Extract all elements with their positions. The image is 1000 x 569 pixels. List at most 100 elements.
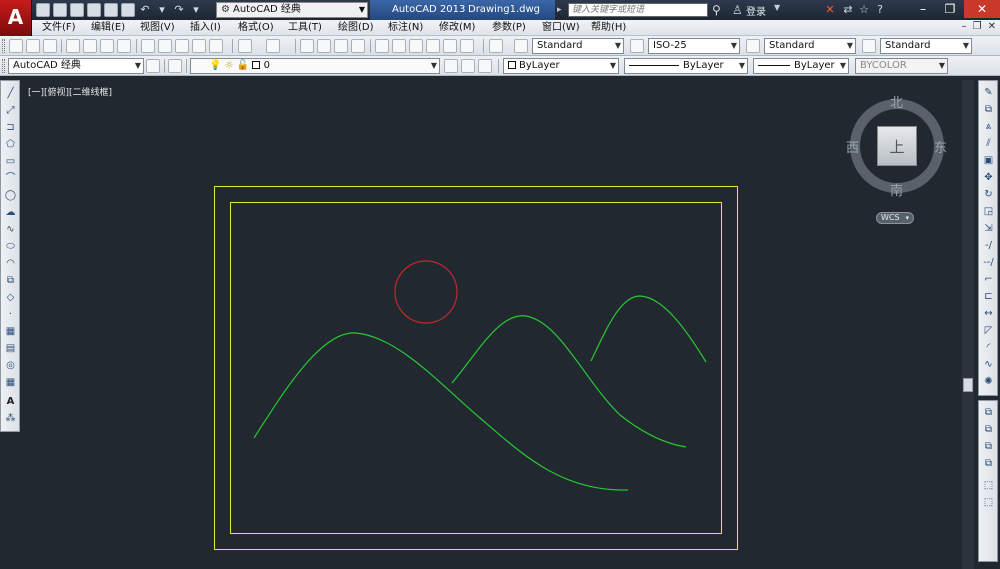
undo-dropdown-icon[interactable]: ▾ — [155, 3, 169, 17]
menu-window[interactable]: 窗口(W) — [542, 21, 580, 35]
workspace-settings-icon[interactable] — [146, 59, 160, 73]
bring-to-front-icon[interactable]: ⧉ — [982, 406, 995, 419]
dim-style-icon[interactable] — [630, 39, 644, 53]
join-icon[interactable]: ↔ — [982, 307, 995, 320]
revision-cloud-icon[interactable]: ☁ — [4, 206, 17, 219]
3d-print-icon[interactable] — [117, 39, 131, 53]
add-selected-icon[interactable]: ⁂ — [4, 412, 17, 425]
search-input[interactable]: 键入关键字或短语 — [568, 3, 708, 17]
cut-icon[interactable] — [141, 39, 155, 53]
menu-modify[interactable]: 修改(M) — [439, 21, 475, 35]
make-current-layer-icon[interactable] — [444, 59, 458, 73]
close-x-icon[interactable]: ✕ — [822, 2, 838, 18]
menu-help[interactable]: 帮助(H) — [591, 21, 626, 35]
linetype-select[interactable]: ByLayer ▼ — [624, 58, 748, 74]
polyline-icon[interactable]: ⊐ — [4, 121, 17, 134]
trim-icon[interactable]: -/ — [982, 239, 995, 252]
login-dropdown-icon[interactable]: ▼ — [774, 3, 780, 12]
minimize-icon[interactable]: – — [910, 0, 936, 18]
save-icon[interactable] — [43, 39, 57, 53]
undo-icon[interactable]: ↶ — [138, 3, 152, 17]
star-icon[interactable]: ☆ — [856, 2, 872, 18]
compass-east[interactable]: 东 — [934, 137, 947, 156]
design-center-icon[interactable] — [392, 39, 406, 53]
insert-block-icon[interactable]: ⧉ — [4, 274, 17, 287]
redo-icon[interactable]: ↷ — [172, 3, 186, 17]
copy-icon[interactable] — [158, 39, 172, 53]
layer-previous-icon[interactable] — [461, 59, 475, 73]
ellipse-icon[interactable]: ⬭ — [4, 240, 17, 253]
drawing-canvas[interactable] — [22, 80, 962, 569]
line-icon[interactable]: ╱ — [4, 87, 17, 100]
pan-icon[interactable] — [300, 39, 314, 53]
workspace-switcher[interactable]: ⚙ AutoCAD 经典 ▼ — [216, 2, 368, 18]
compass-west[interactable]: 西 — [846, 137, 859, 156]
text-to-front-icon[interactable]: ⬚ — [982, 479, 995, 492]
zoom-realtime-icon[interactable] — [317, 39, 331, 53]
doc-minimize-icon[interactable]: – — [962, 21, 967, 32]
block-editor-icon[interactable] — [209, 39, 223, 53]
text-style-select[interactable]: Standard ▼ — [532, 38, 624, 54]
menu-edit[interactable]: 编辑(E) — [91, 21, 125, 35]
open-file-icon[interactable] — [53, 3, 67, 17]
viewport-controls[interactable]: [一][俯视][二维线框] — [28, 85, 112, 98]
paste-icon[interactable] — [175, 39, 189, 53]
array-icon[interactable]: ▣ — [982, 154, 995, 167]
app-menu-button[interactable]: A — [0, 0, 32, 36]
make-block-icon[interactable]: ◇ — [4, 291, 17, 304]
multileader-style-icon[interactable] — [862, 39, 876, 53]
sheet-set-icon[interactable] — [426, 39, 440, 53]
break-icon[interactable]: ⊏ — [982, 290, 995, 303]
quickcalc-icon[interactable] — [460, 39, 474, 53]
fillet-icon[interactable]: ◜ — [982, 341, 995, 354]
stretch-icon[interactable]: ⇲ — [982, 222, 995, 235]
login-link[interactable]: 登录 — [746, 3, 766, 18]
color-select[interactable]: ByLayer ▼ — [503, 58, 619, 74]
close-icon[interactable]: ✕ — [964, 0, 1000, 18]
break-at-point-icon[interactable]: ⌐ — [982, 273, 995, 286]
print-preview-icon[interactable] — [83, 39, 97, 53]
ucs-menu[interactable]: WCS ▾ — [876, 212, 914, 224]
new-icon[interactable] — [9, 39, 23, 53]
open-icon[interactable] — [26, 39, 40, 53]
gradient-icon[interactable]: ▤ — [4, 342, 17, 355]
rotate-icon[interactable]: ↻ — [982, 188, 995, 201]
table-style-select[interactable]: Standard ▼ — [764, 38, 856, 54]
restore-icon[interactable]: ❐ — [937, 0, 963, 18]
spline-icon[interactable]: ∿ — [4, 223, 17, 236]
undo-icon[interactable] — [238, 39, 252, 53]
multiline-text-icon[interactable]: A — [4, 395, 17, 408]
region-icon[interactable]: ◎ — [4, 359, 17, 372]
ellipse-arc-icon[interactable]: ◠ — [4, 257, 17, 270]
print-icon[interactable] — [121, 3, 135, 17]
menu-insert[interactable]: 插入(I) — [190, 21, 221, 35]
save-as-icon[interactable] — [87, 3, 101, 17]
publish-icon[interactable] — [104, 3, 118, 17]
scroll-thumb[interactable] — [963, 378, 973, 392]
construction-line-icon[interactable]: ⤢ — [4, 104, 17, 117]
menu-view[interactable]: 视图(V) — [140, 21, 175, 35]
redo-icon[interactable] — [266, 39, 280, 53]
table-icon[interactable]: ▦ — [4, 376, 17, 389]
point-icon[interactable]: · — [4, 308, 17, 321]
chamfer-icon[interactable]: ◸ — [982, 324, 995, 337]
chevron-right-icon[interactable]: ▸ — [557, 0, 567, 20]
explode-icon[interactable]: ✺ — [982, 375, 995, 388]
zoom-previous-icon[interactable] — [351, 39, 365, 53]
publish-icon[interactable] — [100, 39, 114, 53]
copy-object-icon[interactable]: ⧉ — [982, 103, 995, 116]
menu-format[interactable]: 格式(O) — [238, 21, 274, 35]
compass-north[interactable]: 北 — [890, 92, 903, 111]
zoom-window-icon[interactable] — [334, 39, 348, 53]
bring-above-icon[interactable]: ⧉ — [982, 440, 995, 453]
menu-dimension[interactable]: 标注(N) — [388, 21, 423, 35]
send-under-icon[interactable]: ⧉ — [982, 457, 995, 470]
doc-close-icon[interactable]: ✕ — [988, 21, 996, 32]
extend-icon[interactable]: --/ — [982, 256, 995, 269]
workspace-select[interactable]: AutoCAD 经典 ▼ — [8, 58, 144, 74]
vertical-scrollbar[interactable] — [962, 80, 974, 569]
lineweight-select[interactable]: ByLayer ▼ — [753, 58, 849, 74]
markup-icon[interactable] — [443, 39, 457, 53]
menu-file[interactable]: 文件(F) — [42, 21, 76, 35]
viewcube-top-face[interactable]: 上 — [877, 126, 917, 166]
